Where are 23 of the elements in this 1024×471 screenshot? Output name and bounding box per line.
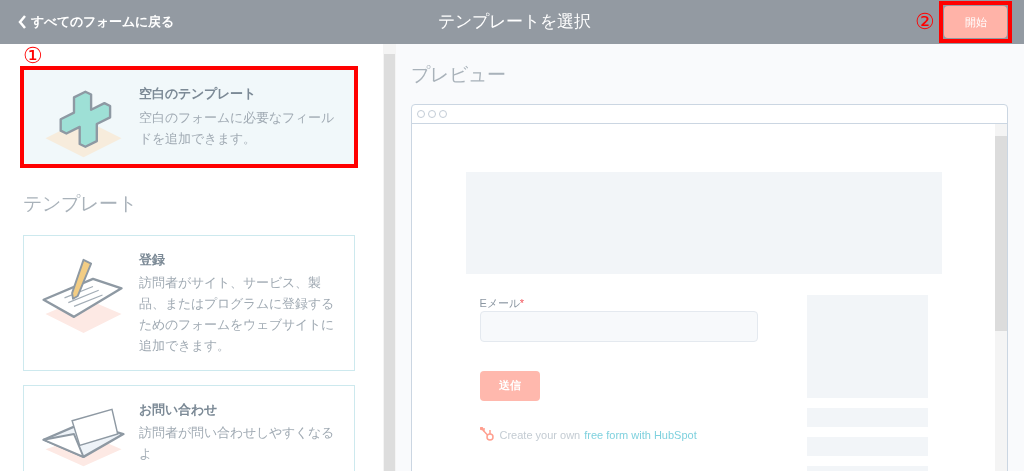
start-button[interactable]: 開始 — [944, 6, 1007, 38]
template-description: 訪問者がサイト、サービス、製品、またはプログラムに登録するためのフォームをウェブサイトに追加できます。 — [139, 275, 335, 355]
sprocket-icon — [479, 426, 496, 443]
template-description: 空白のフォームに必要なフィールドを追加できます。 — [139, 109, 335, 148]
template-card[interactable]: 空白のテンプレート 空白のフォームに必要なフィールドを追加できます。 — [23, 69, 355, 165]
hubspot-link[interactable]: free form with HubSpot — [584, 426, 697, 443]
annotation-number: ② — [915, 11, 935, 33]
preview-heading: プレビュー — [411, 63, 507, 87]
footer-text: Create your own — [499, 427, 581, 443]
template-card[interactable]: お問い合わせ 訪問者が問い合わせしやすくなるよ — [23, 384, 355, 471]
template-title: お問い合わせ — [139, 400, 218, 419]
template-card[interactable]: 登録 訪問者がサイト、サービス、製品、またはプログラムに登録するためのフォームをウェブサイトに追加できます。 — [23, 234, 355, 371]
email-field[interactable] — [479, 310, 758, 342]
section-heading: テンプレート — [23, 192, 138, 216]
template-title: 空白のテンプレート — [139, 85, 257, 103]
field-label: Eメール* — [479, 295, 526, 309]
page-title: テンプレートを選択 — [437, 11, 592, 34]
back-link[interactable]: すべてのフォームに戻る — [18, 12, 174, 32]
chevron-left-icon — [18, 15, 27, 29]
annotation-number: ① — [23, 45, 43, 67]
submit-button[interactable]: 送信 — [479, 370, 540, 401]
template-title: 登録 — [139, 250, 166, 269]
template-description: 訪問者が問い合わせしやすくなるよ — [139, 425, 335, 463]
